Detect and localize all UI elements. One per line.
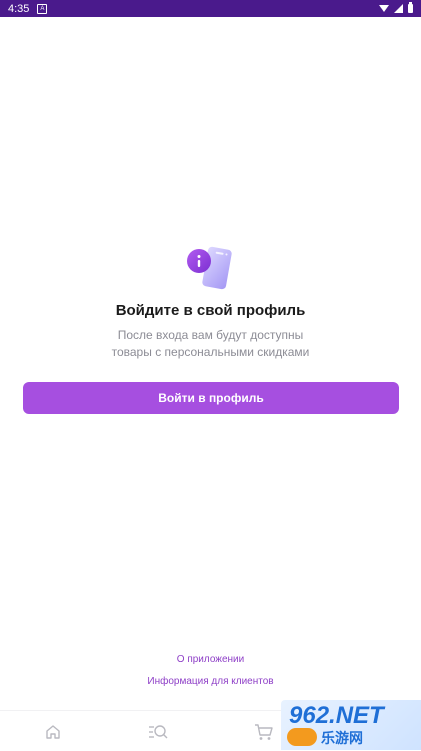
customer-info-link[interactable]: Информация для клиентов — [0, 676, 421, 687]
login-button[interactable]: Войти в профиль — [23, 382, 399, 414]
cart-icon — [255, 724, 273, 740]
wifi-icon — [379, 5, 389, 12]
status-time: 4:35 — [8, 2, 30, 15]
subtitle-line: товары с персональными скидками — [111, 345, 310, 359]
home-icon — [46, 725, 60, 739]
battery-icon — [408, 2, 413, 13]
profile-info-illustration-icon — [185, 244, 239, 292]
catalog-search-icon — [149, 725, 168, 739]
watermark-logo-icon — [287, 728, 317, 746]
watermark-subtext: 乐游网 — [321, 730, 363, 746]
login-title: Войдите в свой профиль — [115, 302, 306, 319]
signal-icon — [394, 4, 403, 13]
subtitle-line: После входа вам будут доступны — [117, 328, 304, 342]
notification-icon: A — [37, 3, 48, 14]
watermark-text: 962.NET — [289, 702, 384, 729]
site-watermark: 962.NET 乐游网 — [281, 700, 421, 750]
nav-cart[interactable] — [254, 723, 274, 741]
status-bar: 4:35 A — [0, 0, 421, 17]
about-app-link[interactable]: О приложении — [0, 654, 421, 665]
login-subtitle: После входа вам будут доступны товары с … — [60, 327, 361, 361]
nav-catalog[interactable] — [148, 723, 168, 741]
nav-home[interactable] — [43, 723, 63, 741]
